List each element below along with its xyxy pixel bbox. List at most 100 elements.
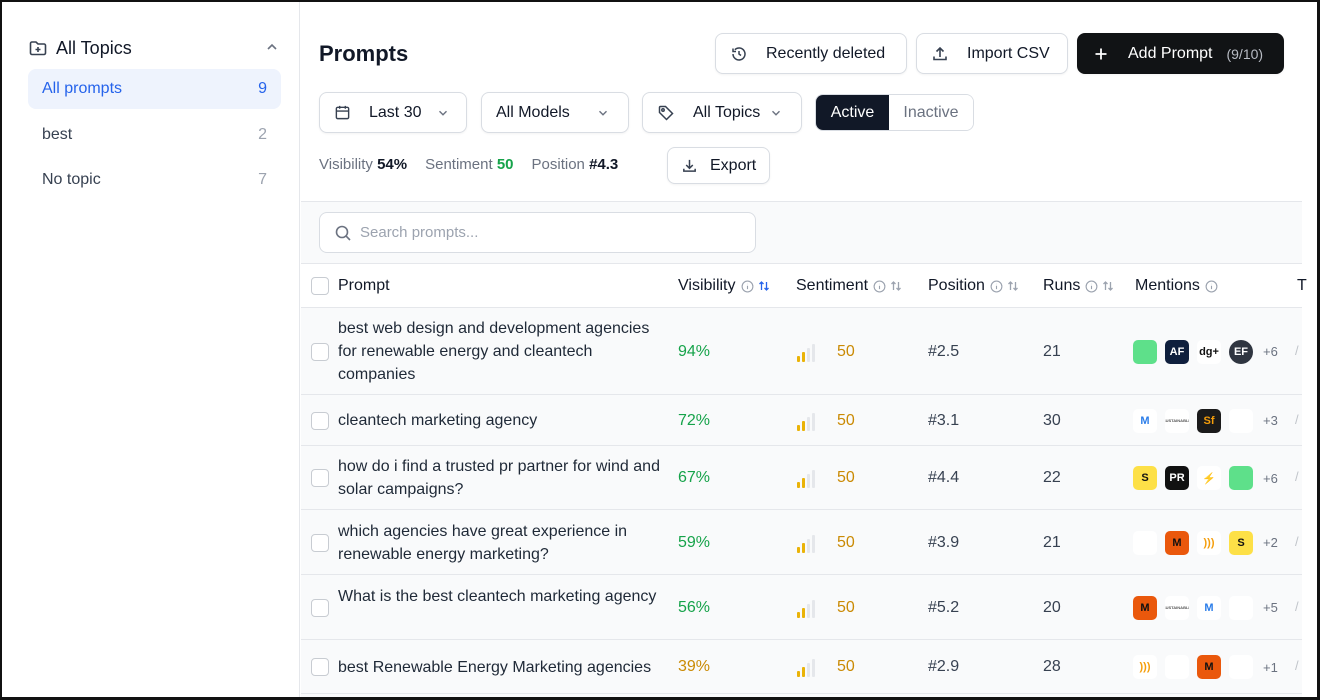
row-checkbox[interactable]: [311, 411, 329, 430]
info-icon[interactable]: [1085, 280, 1098, 293]
dg-logo[interactable]: dg+: [1197, 339, 1221, 364]
runs-value: 21: [1043, 533, 1061, 551]
sentiment-bar: [807, 474, 810, 488]
truncated-column-edge: /: [1295, 411, 1299, 427]
wordmark-logo[interactable]: SUSTAINABLE: [1165, 408, 1189, 433]
sentiment-bar: [797, 546, 800, 553]
search-input[interactable]: [360, 224, 740, 241]
sf-logo[interactable]: Sf: [1197, 408, 1221, 433]
prompt-text[interactable]: best Renewable Energy Marketing agencies: [338, 656, 668, 679]
recently-deleted-button[interactable]: Recently deleted: [715, 33, 907, 74]
green-square-logo[interactable]: [1133, 339, 1157, 364]
column-prompt-label: Prompt: [338, 277, 390, 294]
topics-select[interactable]: All Topics: [642, 92, 802, 133]
prompt-text[interactable]: which agencies have great experience in …: [338, 520, 668, 566]
topics-title: All Topics: [56, 37, 132, 58]
table-row[interactable]: best Renewable Energy Marketing agencies…: [301, 640, 1302, 694]
upload-icon: [933, 46, 947, 60]
sort-icon[interactable]: [757, 279, 771, 293]
sentiment-bar: [802, 607, 805, 618]
inactive-toggle[interactable]: Inactive: [889, 95, 973, 130]
table-row[interactable]: cleantech marketing agency 72% 50 #3.1 30 M SU…: [301, 395, 1302, 446]
sentiment-value: 50: [837, 342, 855, 360]
bird-logo[interactable]: [1229, 595, 1253, 620]
green-square-logo[interactable]: [1229, 466, 1253, 490]
visibility-value: 39%: [678, 658, 711, 675]
mentions-more-count[interactable]: +1: [1263, 660, 1278, 675]
info-icon[interactable]: [990, 280, 1003, 293]
waves-logo[interactable]: ))): [1197, 530, 1221, 555]
m-figure-logo[interactable]: M: [1133, 408, 1157, 433]
table-row[interactable]: which agencies have great experience in …: [301, 510, 1302, 575]
sort-icon[interactable]: [1006, 279, 1020, 293]
position-value: #2.9: [928, 658, 960, 675]
row-checkbox[interactable]: [311, 658, 329, 676]
info-icon[interactable]: [873, 280, 886, 293]
sidebar-item-all-prompts[interactable]: All prompts 9: [28, 69, 281, 109]
mentions-more-count[interactable]: +5: [1263, 600, 1278, 615]
sidebar-item-count: 7: [258, 171, 267, 188]
info-icon[interactable]: [1205, 280, 1218, 293]
row-checkbox[interactable]: [311, 469, 329, 487]
prompt-text[interactable]: how do i find a trusted pr partner for w…: [338, 455, 668, 501]
column-prompt: Prompt: [338, 277, 390, 295]
sidebar-item-best[interactable]: best 2: [28, 115, 281, 155]
wordmark-logo[interactable]: SUSTAINABLE: [1165, 595, 1189, 620]
import-csv-button[interactable]: Import CSV: [916, 33, 1068, 74]
row-checkbox[interactable]: [311, 342, 329, 361]
bird-logo[interactable]: [1229, 408, 1253, 433]
topics-header[interactable]: All Topics: [28, 36, 280, 60]
row-checkbox[interactable]: [311, 598, 329, 617]
select-all-checkbox[interactable]: [311, 277, 329, 295]
row-checkbox[interactable]: [311, 533, 329, 552]
truncated-column-edge: /: [1295, 469, 1299, 484]
bolt-logo[interactable]: ⚡: [1197, 466, 1221, 490]
column-position[interactable]: Position: [928, 277, 1020, 295]
prompt-text[interactable]: What is the best cleantech marketing age…: [338, 585, 668, 608]
export-button[interactable]: Export: [667, 147, 770, 184]
prompt-text[interactable]: cleantech marketing agency: [338, 409, 668, 432]
mentions-more-count[interactable]: +3: [1263, 413, 1278, 428]
s-yellow-logo[interactable]: S: [1229, 530, 1253, 555]
af-logo[interactable]: AF: [1165, 339, 1189, 364]
s-yellow-logo[interactable]: S: [1133, 466, 1157, 490]
models-select[interactable]: All Models: [481, 92, 629, 133]
m-orange-logo[interactable]: M: [1197, 655, 1221, 679]
m-figure-logo[interactable]: M: [1197, 595, 1221, 620]
pr-logo[interactable]: PR: [1165, 466, 1189, 490]
table-row[interactable]: What is the best cleantech marketing age…: [301, 575, 1302, 640]
active-toggle[interactable]: Active: [816, 95, 889, 130]
sentiment-bar: [797, 482, 800, 488]
waves-logo[interactable]: ))): [1133, 655, 1157, 679]
swoosh-logo[interactable]: [1165, 655, 1189, 679]
prompt-text[interactable]: best web design and development agencies…: [338, 317, 668, 386]
table-row[interactable]: how do i find a trusted pr partner for w…: [301, 446, 1302, 510]
mascot-logo[interactable]: [1133, 530, 1157, 555]
visibility-value: 56%: [678, 598, 711, 616]
column-visibility-label: Visibility: [678, 277, 736, 294]
mentions-more-count[interactable]: +6: [1263, 471, 1278, 486]
mentions-more-count[interactable]: +2: [1263, 535, 1278, 550]
sort-icon[interactable]: [1101, 279, 1115, 293]
sentiment-bar: [812, 599, 815, 618]
m-orange-logo[interactable]: M: [1133, 595, 1157, 620]
column-sentiment[interactable]: Sentiment: [796, 277, 903, 295]
sidebar-item-no-topic[interactable]: No topic 7: [28, 160, 281, 200]
sentiment-value: 50: [837, 411, 855, 429]
sort-icon[interactable]: [889, 279, 903, 293]
date-range-select[interactable]: Last 30: [319, 92, 467, 133]
add-prompt-button[interactable]: Add Prompt (9/10): [1077, 33, 1284, 74]
mascot-logo[interactable]: [1229, 655, 1253, 679]
info-icon[interactable]: [741, 280, 754, 293]
ef-logo[interactable]: EF: [1229, 339, 1253, 364]
m-orange-logo[interactable]: M: [1165, 530, 1189, 555]
runs-value: 28: [1043, 658, 1061, 675]
sentiment-bar: [807, 663, 810, 677]
column-visibility[interactable]: Visibility: [678, 277, 771, 295]
sidebar: All Topics All prompts 9 best 2 No topic…: [2, 2, 300, 697]
table-row[interactable]: best web design and development agencies…: [301, 308, 1302, 395]
chevron-up-icon[interactable]: [264, 39, 280, 55]
mentions-more-count[interactable]: +6: [1263, 344, 1278, 359]
column-runs[interactable]: Runs: [1043, 277, 1115, 295]
app-window: All Topics All prompts 9 best 2 No topic…: [0, 0, 1320, 700]
